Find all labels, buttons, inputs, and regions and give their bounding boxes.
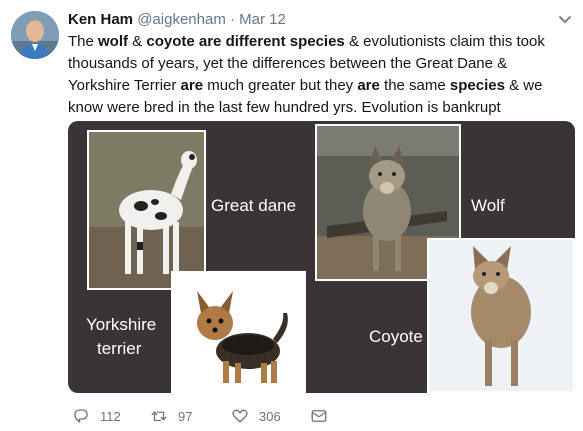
text-segment: much greater but they xyxy=(203,77,358,94)
yorkshire-terrier-photo xyxy=(171,271,306,393)
author-name[interactable]: Ken Ham xyxy=(68,11,133,28)
author-avatar[interactable] xyxy=(11,11,59,59)
text-segment: & xyxy=(128,33,147,50)
label-wolf: Wolf xyxy=(471,196,505,215)
label-yorkshire-line1: Yorkshire xyxy=(86,315,157,334)
label-yorkshire-line2: terrier xyxy=(97,339,142,358)
chevron-down-icon[interactable] xyxy=(557,12,573,28)
avatar-image xyxy=(11,11,59,59)
tweet-actions: 112 97 306 xyxy=(68,404,368,428)
like-icon xyxy=(232,409,248,423)
coyote-photo xyxy=(427,238,575,393)
tweet-text: The wolf & coyote are different species … xyxy=(68,31,568,119)
separator-dot: · xyxy=(229,11,235,28)
great-dane-photo xyxy=(87,130,206,290)
text-segment: The xyxy=(68,33,99,50)
label-great-dane: Great dane xyxy=(211,196,297,215)
text-segment: are xyxy=(357,77,380,94)
tweet-media-image[interactable]: Great dane Wolf Yorkshire terrier Coyote xyxy=(68,121,575,393)
tweet-header: Ken Ham @aigkenham · Mar 12 xyxy=(68,10,286,30)
message-icon xyxy=(311,410,327,422)
text-segment: are xyxy=(180,77,204,94)
text-segment: species xyxy=(449,77,505,94)
text-segment: the same xyxy=(379,77,450,94)
retweet-button[interactable]: 97 xyxy=(150,404,192,428)
tweet-date[interactable]: Mar 12 xyxy=(239,11,286,28)
reply-count: 112 xyxy=(100,408,121,424)
reply-button[interactable]: 112 xyxy=(72,404,121,428)
author-handle[interactable]: @aigkenham xyxy=(137,11,226,28)
like-button[interactable]: 306 xyxy=(231,404,281,428)
text-segment: wolf xyxy=(98,33,129,50)
retweet-icon xyxy=(151,410,167,422)
reply-icon xyxy=(74,409,88,423)
text-segment: coyote are different species xyxy=(146,33,345,50)
message-button[interactable] xyxy=(310,404,338,428)
retweet-count: 97 xyxy=(178,408,193,424)
like-count: 306 xyxy=(259,408,281,424)
label-coyote: Coyote xyxy=(369,327,423,346)
